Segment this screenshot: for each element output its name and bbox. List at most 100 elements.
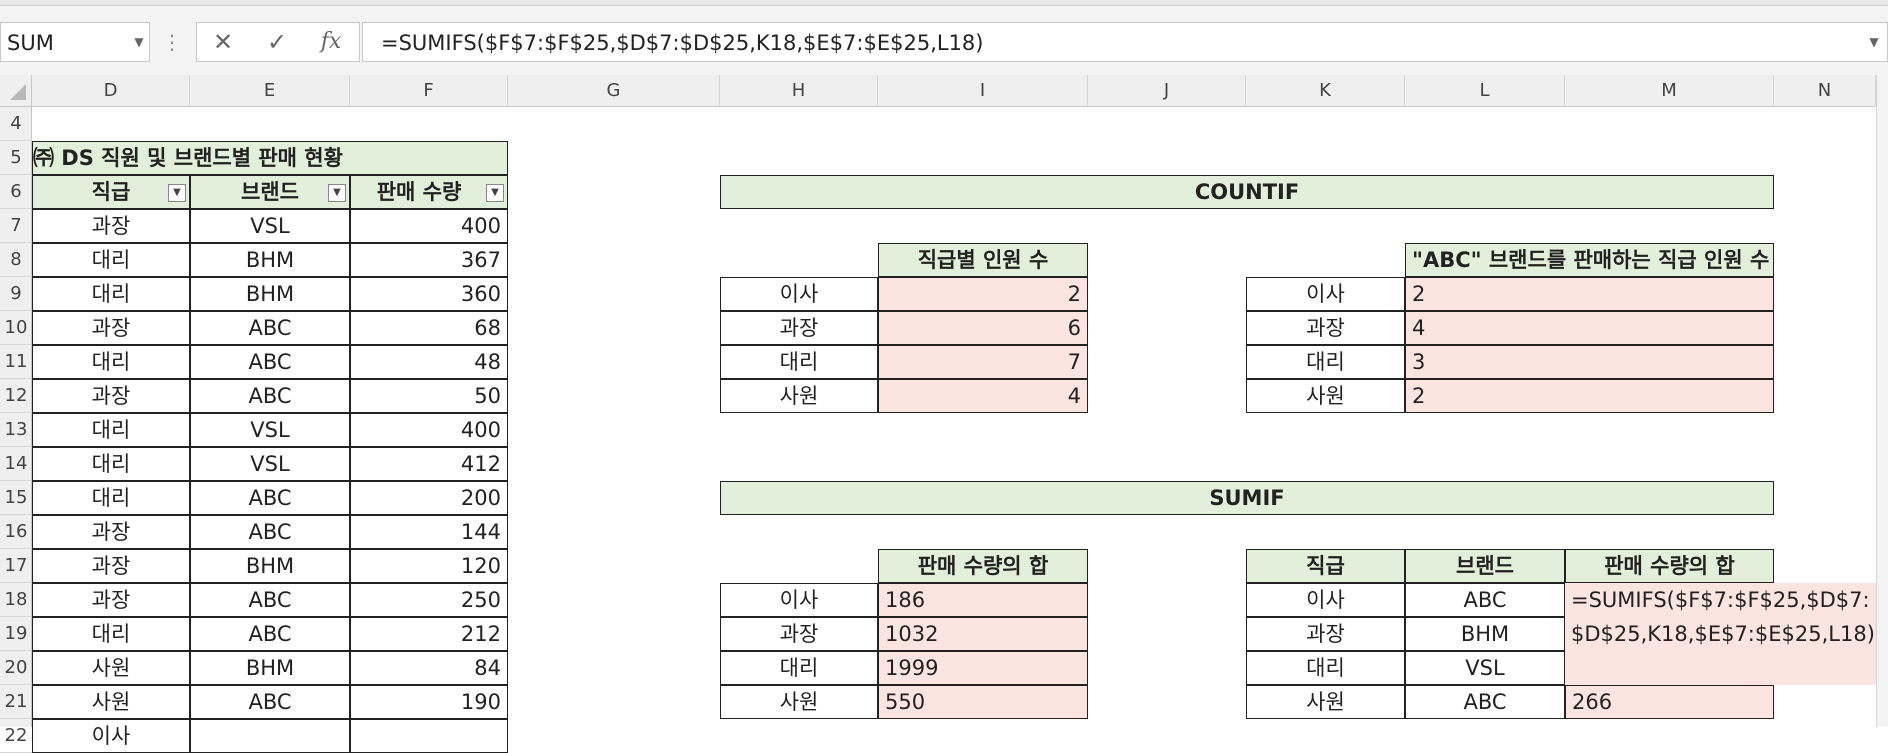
- sales-brand-cell[interactable]: BHM: [190, 651, 350, 685]
- row-header-21[interactable]: 21: [0, 685, 32, 719]
- sumif-sum-cell[interactable]: 1999: [878, 651, 1088, 685]
- sales-position-cell[interactable]: 대리: [32, 413, 190, 447]
- filter-dropdown-icon[interactable]: ▼: [486, 184, 504, 202]
- vertical-scrollbar[interactable]: [1876, 75, 1888, 727]
- row-header-5[interactable]: 5: [0, 141, 32, 175]
- sumifs-brand-cell[interactable]: BHM: [1405, 617, 1565, 651]
- countifs-position-cell[interactable]: 과장: [1246, 311, 1405, 345]
- sumif-position-cell[interactable]: 이사: [720, 583, 878, 617]
- expand-formula-bar-icon[interactable]: ▼: [1862, 22, 1886, 62]
- sales-qty-cell[interactable]: 144: [350, 515, 508, 549]
- row-header-17[interactable]: 17: [0, 549, 32, 583]
- row-header-10[interactable]: 10: [0, 311, 32, 345]
- sumifs-position-cell[interactable]: 사원: [1246, 685, 1405, 719]
- row-header-12[interactable]: 12: [0, 379, 32, 413]
- countif-position-cell[interactable]: 이사: [720, 277, 878, 311]
- countif-position-cell[interactable]: 사원: [720, 379, 878, 413]
- row-header-9[interactable]: 9: [0, 277, 32, 311]
- sumif-position-cell[interactable]: 사원: [720, 685, 878, 719]
- sales-position-cell[interactable]: 사원: [32, 685, 190, 719]
- countif-position-cell[interactable]: 대리: [720, 345, 878, 379]
- countif-count-cell[interactable]: 7: [878, 345, 1088, 379]
- sales-position-cell[interactable]: 사원: [32, 651, 190, 685]
- cancel-icon[interactable]: ✕: [198, 22, 248, 62]
- column-header-g[interactable]: G: [508, 75, 720, 107]
- countif-count-cell[interactable]: 2: [878, 277, 1088, 311]
- sales-position-cell[interactable]: 대리: [32, 345, 190, 379]
- sumifs-position-cell[interactable]: 대리: [1246, 651, 1405, 685]
- more-options-icon[interactable]: ⋮: [160, 22, 184, 62]
- sales-qty-cell[interactable]: 400: [350, 413, 508, 447]
- sales-position-cell[interactable]: 대리: [32, 447, 190, 481]
- sales-qty-cell[interactable]: 250: [350, 583, 508, 617]
- column-header-n[interactable]: N: [1774, 75, 1876, 107]
- sales-qty-cell[interactable]: 360: [350, 277, 508, 311]
- row-header-14[interactable]: 14: [0, 447, 32, 481]
- countifs-position-cell[interactable]: 대리: [1246, 345, 1405, 379]
- sales-position-cell[interactable]: 대리: [32, 481, 190, 515]
- countifs-position-cell[interactable]: 이사: [1246, 277, 1405, 311]
- sales-qty-cell[interactable]: 200: [350, 481, 508, 515]
- countifs-count-cell[interactable]: 4: [1405, 311, 1774, 345]
- filter-dropdown-icon[interactable]: ▼: [168, 184, 186, 202]
- sales-brand-cell[interactable]: BHM: [190, 243, 350, 277]
- row-header-19[interactable]: 19: [0, 617, 32, 651]
- sales-brand-cell[interactable]: BHM: [190, 549, 350, 583]
- sales-position-cell[interactable]: 이사: [32, 719, 190, 753]
- column-header-l[interactable]: L: [1405, 75, 1565, 107]
- sales-position-cell[interactable]: 과장: [32, 515, 190, 549]
- cell-editor[interactable]: =SUMIFS($F$7:$F$25,$D$7: $D$25,K18,$E$7:…: [1565, 583, 1876, 685]
- column-header-d[interactable]: D: [32, 75, 190, 107]
- enter-icon[interactable]: ✓: [252, 22, 302, 62]
- sales-qty-cell[interactable]: 412: [350, 447, 508, 481]
- countif-count-cell[interactable]: 4: [878, 379, 1088, 413]
- row-header-8[interactable]: 8: [0, 243, 32, 277]
- sales-qty-cell[interactable]: 68: [350, 311, 508, 345]
- sales-brand-cell[interactable]: ABC: [190, 311, 350, 345]
- row-header-4[interactable]: 4: [0, 107, 32, 141]
- sales-brand-cell[interactable]: ABC: [190, 583, 350, 617]
- sumif-sum-cell[interactable]: 1032: [878, 617, 1088, 651]
- sales-brand-cell[interactable]: ABC: [190, 685, 350, 719]
- countifs-count-cell[interactable]: 2: [1405, 277, 1774, 311]
- sales-qty-cell[interactable]: 48: [350, 345, 508, 379]
- sales-brand-cell[interactable]: ABC: [190, 345, 350, 379]
- sales-brand-cell[interactable]: ABC: [190, 515, 350, 549]
- countifs-count-cell[interactable]: 2: [1405, 379, 1774, 413]
- sumif-position-cell[interactable]: 과장: [720, 617, 878, 651]
- sumif-sum-cell[interactable]: 186: [878, 583, 1088, 617]
- sales-brand-cell[interactable]: BHM: [190, 277, 350, 311]
- row-header-13[interactable]: 13: [0, 413, 32, 447]
- sales-position-cell[interactable]: 과장: [32, 549, 190, 583]
- sales-qty-cell[interactable]: 50: [350, 379, 508, 413]
- sales-position-cell[interactable]: 대리: [32, 243, 190, 277]
- column-header-i[interactable]: I: [878, 75, 1088, 107]
- sales-position-cell[interactable]: 대리: [32, 277, 190, 311]
- column-header-j[interactable]: J: [1088, 75, 1246, 107]
- row-header-11[interactable]: 11: [0, 345, 32, 379]
- sales-qty-cell[interactable]: 212: [350, 617, 508, 651]
- column-header-k[interactable]: K: [1246, 75, 1405, 107]
- sales-qty-cell[interactable]: 120: [350, 549, 508, 583]
- row-header-20[interactable]: 20: [0, 651, 32, 685]
- column-header-m[interactable]: M: [1565, 75, 1774, 107]
- countifs-position-cell[interactable]: 사원: [1246, 379, 1405, 413]
- sumifs-position-cell[interactable]: 과장: [1246, 617, 1405, 651]
- sales-brand-cell[interactable]: VSL: [190, 447, 350, 481]
- column-header-e[interactable]: E: [190, 75, 350, 107]
- sumifs-position-cell[interactable]: 이사: [1246, 583, 1405, 617]
- name-box-dropdown-icon[interactable]: ▼: [128, 22, 150, 62]
- filter-dropdown-icon[interactable]: ▼: [328, 184, 346, 202]
- sales-brand-cell[interactable]: ABC: [190, 481, 350, 515]
- countifs-count-cell[interactable]: 3: [1405, 345, 1774, 379]
- sales-brand-cell[interactable]: VSL: [190, 413, 350, 447]
- sumifs-brand-cell[interactable]: VSL: [1405, 651, 1565, 685]
- sales-position-cell[interactable]: 과장: [32, 209, 190, 243]
- countif-count-cell[interactable]: 6: [878, 311, 1088, 345]
- sumifs-sum-cell[interactable]: 266: [1565, 685, 1774, 719]
- sales-qty-cell[interactable]: 190: [350, 685, 508, 719]
- sales-brand-cell[interactable]: VSL: [190, 209, 350, 243]
- sales-brand-cell[interactable]: [190, 719, 350, 753]
- sumif-sum-cell[interactable]: 550: [878, 685, 1088, 719]
- formula-input[interactable]: =SUMIFS($F$7:$F$25,$D$7:$D$25,K18,$E$7:$…: [362, 22, 1888, 62]
